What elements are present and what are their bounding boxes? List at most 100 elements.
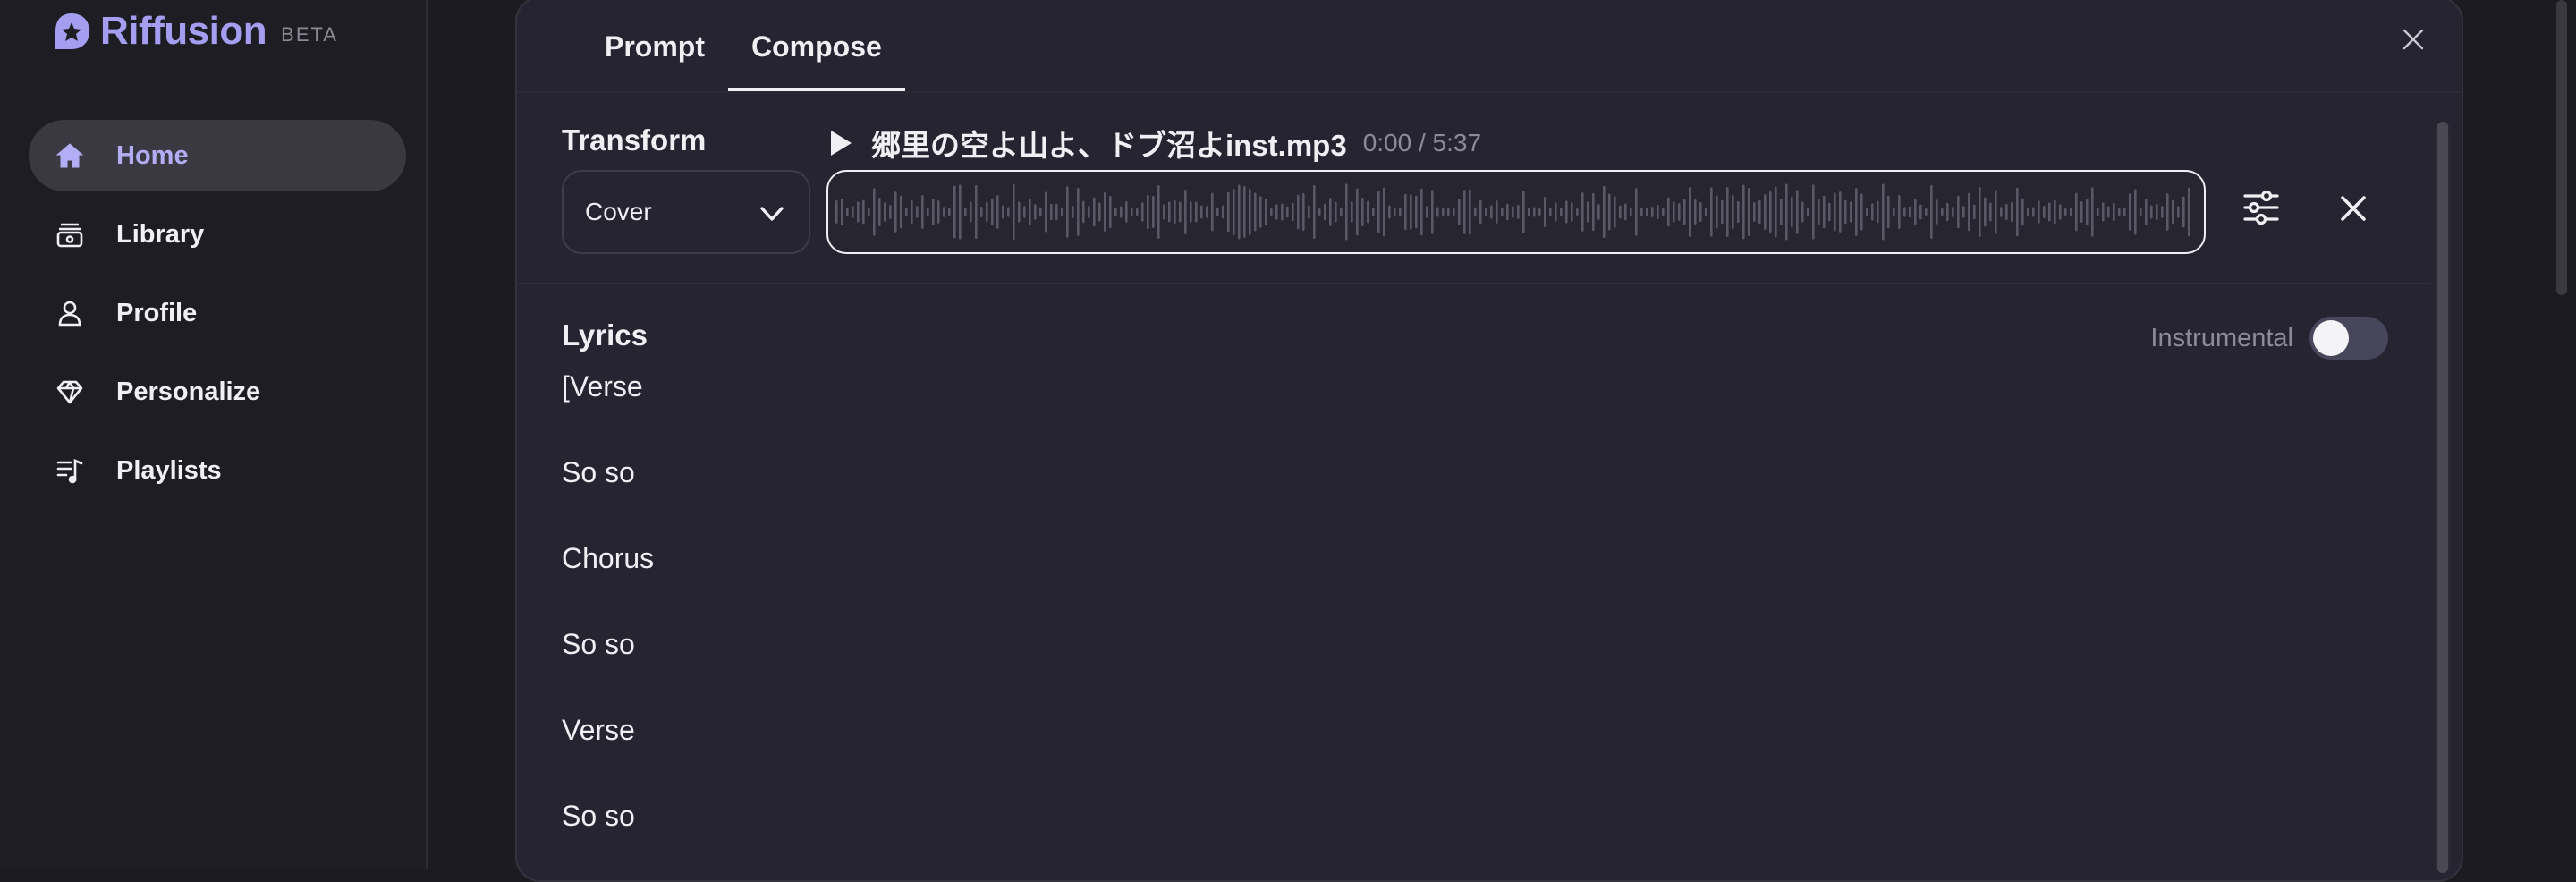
waveform-bar <box>1839 191 1842 233</box>
waveform-bar <box>1243 186 1246 238</box>
waveform-bar <box>2011 202 2013 222</box>
waveform-bar <box>1796 190 1799 234</box>
waveform-bar <box>911 199 913 225</box>
waveform-bar <box>986 202 988 222</box>
waveform-bar <box>1066 186 1069 238</box>
waveform-bar <box>1528 207 1530 217</box>
chevron-down-icon <box>760 207 784 221</box>
waveform-bar <box>991 199 994 225</box>
waveform-bar <box>996 195 999 229</box>
waveform-bar <box>1587 201 1589 223</box>
waveform-bar <box>1807 208 1809 216</box>
waveform-bar <box>1630 208 1632 216</box>
lyric-line: So so <box>562 628 635 660</box>
waveform-bar <box>1834 192 1836 232</box>
waveform-bars <box>835 183 2190 241</box>
transform-select-value: Cover <box>585 198 652 225</box>
waveform-bar <box>1812 184 1815 240</box>
waveform-bar <box>1055 203 1058 221</box>
waveform-bar <box>1522 191 1525 233</box>
waveform-bar <box>2166 192 2169 232</box>
waveform-bar <box>1233 189 1235 235</box>
close-icon[interactable] <box>2338 193 2368 224</box>
waveform-bar <box>959 184 962 240</box>
sidebar-item-label: Home <box>116 140 189 170</box>
waveform-bar <box>1340 208 1343 216</box>
waveform-bar <box>1850 201 1852 223</box>
waveform-bar <box>1962 206 1965 218</box>
waveform-bar <box>1791 196 1793 228</box>
playlist-icon <box>54 454 86 487</box>
waveform-bar <box>1689 187 1691 237</box>
lyric-line: [Verse <box>562 370 643 403</box>
waveform-bar <box>900 195 902 229</box>
library-icon <box>54 218 86 250</box>
waveform-bar <box>1758 199 1761 225</box>
waveform-bar <box>943 207 945 217</box>
waveform-bar <box>2059 204 2062 220</box>
waveform[interactable] <box>826 170 2206 254</box>
sidebar-item-profile[interactable]: Profile <box>29 277 406 349</box>
waveform-bar <box>1560 208 1563 216</box>
waveform-bar <box>1361 198 1364 226</box>
modal-scrollbar-thumb[interactable] <box>2437 122 2448 873</box>
waveform-bar <box>1034 204 1037 220</box>
instrumental-toggle[interactable] <box>2309 317 2388 360</box>
waveform-bar <box>1045 191 1047 233</box>
waveform-bar <box>1141 202 1144 222</box>
page-scrollbar-thumb[interactable] <box>2556 0 2567 295</box>
waveform-bar <box>1651 207 1654 217</box>
sliders-icon[interactable] <box>2241 188 2281 227</box>
waveform-bar <box>1984 197 1987 227</box>
waveform-bar <box>1941 208 1944 216</box>
waveform-bar <box>2005 203 2008 221</box>
waveform-bar <box>1082 200 1085 224</box>
waveform-bar <box>1072 206 1074 218</box>
divider <box>517 283 2431 284</box>
waveform-bar <box>2080 201 2083 223</box>
waveform-bar <box>1120 206 1123 218</box>
waveform-bar <box>1619 205 1622 219</box>
waveform-bar <box>2118 208 2121 216</box>
waveform-bar <box>1426 206 1428 218</box>
modal-scrollbar[interactable] <box>2435 122 2451 873</box>
waveform-bar <box>1823 195 1826 229</box>
waveform-bar <box>2027 208 2029 216</box>
tab-compose[interactable]: Compose <box>728 0 905 91</box>
waveform-bar <box>1726 187 1729 237</box>
waveform-bar <box>1544 196 1546 228</box>
close-icon[interactable] <box>2399 25 2428 54</box>
waveform-bar <box>1506 203 1509 221</box>
play-icon[interactable] <box>828 129 853 157</box>
sidebar-item-playlists[interactable]: Playlists <box>29 435 406 506</box>
waveform-bar <box>1275 204 1278 220</box>
waveform-bar <box>2134 189 2137 235</box>
waveform-bar <box>1216 207 1219 217</box>
waveform-bar <box>1952 207 1954 217</box>
waveform-bar <box>1259 196 1262 228</box>
tabs-divider <box>517 91 2462 93</box>
sidebar-item-library[interactable]: Library <box>29 199 406 270</box>
logo[interactable]: Riffusion BETA <box>52 9 338 54</box>
sidebar-item-personalize[interactable]: Personalize <box>29 356 406 428</box>
transform-select[interactable]: Cover <box>562 170 810 254</box>
waveform-bar <box>927 207 929 217</box>
waveform-bar <box>846 208 849 216</box>
waveform-bar <box>1909 206 1911 218</box>
waveform-bar <box>1297 194 1300 230</box>
waveform-bar <box>1775 186 1777 238</box>
waveform-bar <box>2032 207 2035 217</box>
waveform-bar <box>1136 208 1139 216</box>
lyrics-textarea[interactable]: [Verse So so Chorus So so Verse So so <box>562 367 654 882</box>
lyric-line: Verse <box>562 714 635 746</box>
page-scrollbar[interactable] <box>2553 0 2571 304</box>
waveform-bar <box>1490 205 1493 219</box>
tab-prompt[interactable]: Prompt <box>581 0 728 91</box>
waveform-bar <box>2140 208 2142 216</box>
sidebar-item-home[interactable]: Home <box>29 120 406 191</box>
waveform-bar <box>1635 188 1638 236</box>
waveform-bar <box>953 185 956 239</box>
waveform-bar <box>1694 199 1697 225</box>
waveform-bar <box>2161 206 2164 218</box>
waveform-bar <box>1764 194 1767 230</box>
